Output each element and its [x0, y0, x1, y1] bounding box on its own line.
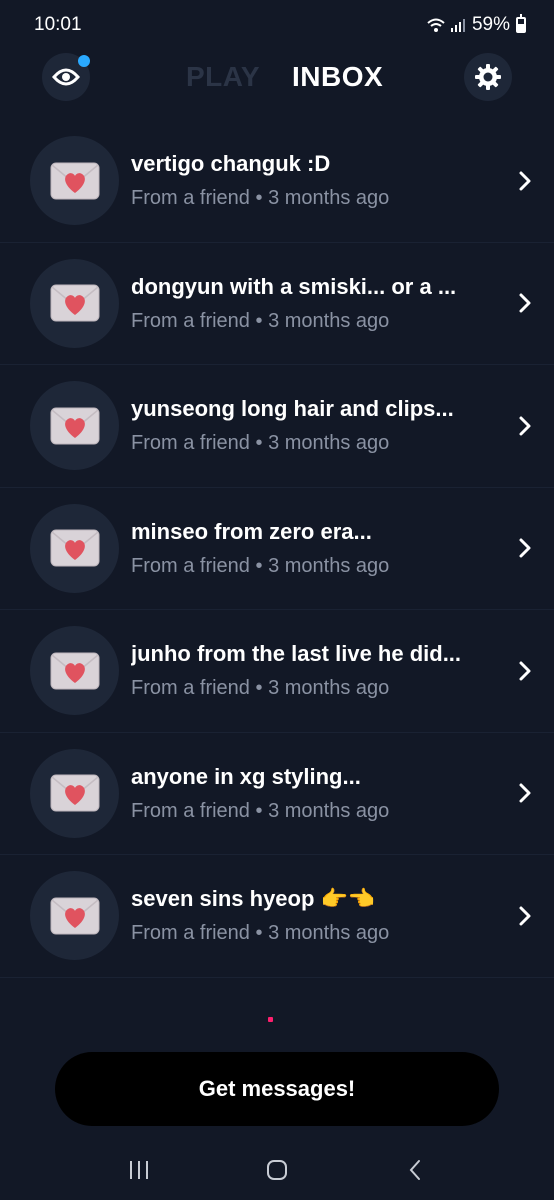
message-row[interactable]: anyone in xg styling... From a friend • … [0, 733, 554, 855]
meta-separator: • [249, 799, 269, 822]
heart-envelope-icon [50, 284, 99, 322]
message-sender: From a friend [131, 554, 250, 577]
message-meta: From a friend • 3 months ago [131, 555, 494, 578]
status-icons [426, 17, 466, 33]
message-sender: From a friend [131, 432, 250, 455]
message-title: junho from the last live he did... [131, 641, 462, 667]
envelope-avatar [30, 748, 119, 838]
home-button[interactable] [257, 1150, 297, 1190]
message-row[interactable]: seven sins hyeop 👉👈 From a friend • 3 mo… [0, 855, 554, 978]
battery-icon [516, 14, 526, 33]
inbox-list: vertigo changuk :D From a friend • 3 mon… [0, 120, 554, 978]
message-sender: From a friend [131, 922, 250, 945]
meta-separator: • [249, 187, 269, 210]
message-meta: From a friend • 3 months ago [131, 187, 494, 210]
message-time: 3 months ago [268, 309, 390, 332]
heart-envelope-icon [50, 652, 99, 690]
message-text: seven sins hyeop 👉👈 From a friend • 3 mo… [131, 886, 494, 945]
message-text: junho from the last live he did... From … [131, 641, 494, 700]
chevron-right-icon [519, 783, 531, 803]
meta-separator: • [249, 677, 269, 700]
status-bar: 10:01 59% [0, 0, 554, 50]
message-row[interactable]: junho from the last live he did... From … [0, 610, 554, 733]
signal-icon [450, 19, 465, 32]
message-meta: From a friend • 3 months ago [131, 677, 494, 700]
header: PLAY INBOX [0, 50, 554, 104]
chevron-right-icon [519, 293, 531, 313]
system-nav-bar [0, 1140, 554, 1200]
message-title: anyone in xg styling... [131, 763, 361, 789]
message-time: 3 months ago [268, 432, 390, 455]
message-text: minseo from zero era... From a friend • … [131, 519, 494, 578]
message-time: 3 months ago [268, 922, 390, 945]
battery-percent: 59% [471, 14, 510, 35]
message-meta: From a friend • 3 months ago [131, 800, 494, 823]
heart-envelope-icon [50, 897, 99, 935]
message-time: 3 months ago [268, 187, 390, 210]
envelope-avatar [30, 871, 119, 961]
message-time: 3 months ago [268, 554, 390, 577]
heart-envelope-icon [50, 529, 99, 567]
message-sender: From a friend [131, 187, 250, 210]
chevron-right-icon [519, 416, 531, 436]
back-button[interactable] [395, 1150, 435, 1190]
message-sender: From a friend [131, 309, 250, 332]
message-row[interactable]: vertigo changuk :D From a friend • 3 mon… [0, 120, 554, 243]
message-row[interactable]: yunseong long hair and clips... From a f… [0, 365, 554, 488]
tab-play[interactable]: PLAY [186, 61, 260, 93]
status-time: 10:01 [34, 14, 82, 35]
message-title: seven sins hyeop 👉👈 [131, 886, 376, 912]
message-time: 3 months ago [268, 677, 390, 700]
message-title: vertigo changuk :D [131, 151, 331, 177]
loading-indicator [268, 1017, 273, 1022]
envelope-avatar [30, 503, 119, 593]
message-time: 3 months ago [268, 799, 390, 822]
heart-envelope-icon [50, 162, 99, 200]
envelope-avatar [30, 136, 119, 226]
recent-apps-icon [130, 1161, 148, 1179]
envelope-avatar [30, 258, 119, 348]
meta-separator: • [249, 309, 269, 332]
envelope-avatar [30, 626, 119, 716]
envelope-avatar [30, 381, 119, 471]
message-text: yunseong long hair and clips... From a f… [131, 396, 494, 455]
get-messages-button[interactable]: Get messages! [55, 1052, 499, 1126]
message-row[interactable]: minseo from zero era... From a friend • … [0, 488, 554, 610]
heart-envelope-icon [50, 774, 99, 812]
message-meta: From a friend • 3 months ago [131, 922, 494, 945]
wifi-icon [427, 18, 445, 32]
meta-separator: • [249, 554, 269, 577]
settings-button[interactable] [464, 53, 512, 101]
visibility-button[interactable] [42, 53, 90, 101]
message-row[interactable]: dongyun with a smiski... or a ... From a… [0, 243, 554, 365]
message-meta: From a friend • 3 months ago [131, 432, 494, 455]
eye-icon [52, 68, 80, 86]
heart-envelope-icon [50, 407, 99, 445]
gear-icon [475, 64, 501, 90]
status-right: 59% [426, 14, 526, 36]
message-text: vertigo changuk :D From a friend • 3 mon… [131, 151, 494, 210]
message-meta: From a friend • 3 months ago [131, 310, 494, 333]
chevron-right-icon [519, 906, 531, 926]
message-title: minseo from zero era... [131, 518, 372, 544]
chevron-right-icon [519, 661, 531, 681]
recent-apps-button[interactable] [119, 1150, 159, 1190]
chevron-right-icon [519, 171, 531, 191]
tab-inbox[interactable]: INBOX [292, 61, 383, 93]
message-text: anyone in xg styling... From a friend • … [131, 764, 494, 823]
meta-separator: • [249, 432, 269, 455]
notification-dot [78, 55, 90, 67]
message-title: dongyun with a smiski... or a ... [131, 273, 457, 299]
back-icon [409, 1160, 420, 1180]
meta-separator: • [249, 922, 269, 945]
message-text: dongyun with a smiski... or a ... From a… [131, 274, 494, 333]
message-title: yunseong long hair and clips... [131, 396, 454, 422]
home-icon [267, 1160, 287, 1180]
message-sender: From a friend [131, 677, 250, 700]
message-sender: From a friend [131, 799, 250, 822]
chevron-right-icon [519, 538, 531, 558]
